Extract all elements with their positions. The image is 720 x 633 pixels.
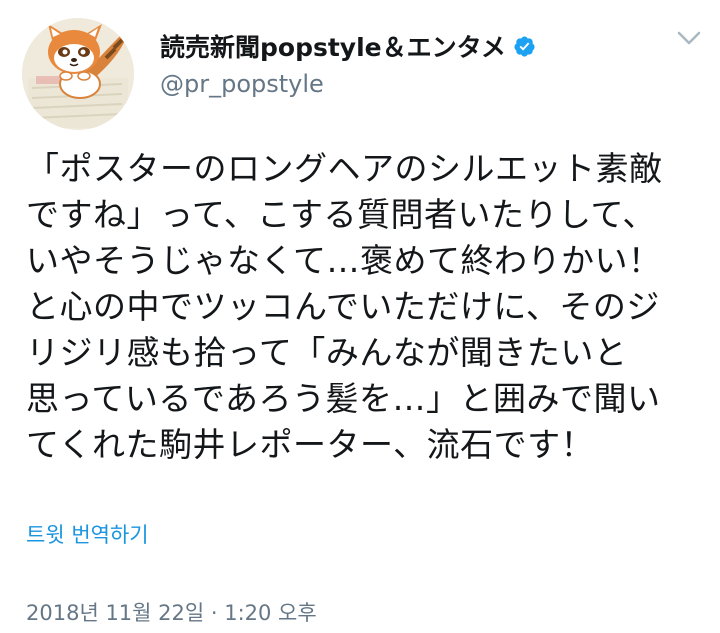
tweet-timestamp[interactable]: 2018년 11월 22일 · 1:20 오후 <box>26 597 317 627</box>
tweet-text-line: リジリ感も拾って「みんなが聞きたいと <box>26 333 628 372</box>
profile-avatar[interactable] <box>22 18 134 130</box>
display-name-row[interactable]: 読売新聞popstyle＆エンタメ <box>160 28 536 64</box>
user-info: 読売新聞popstyle＆エンタメ @pr_popstyle <box>160 28 536 98</box>
verified-badge-icon <box>514 35 535 57</box>
raccoon-mascot-icon <box>22 18 134 130</box>
tweet-card: 読売新聞popstyle＆エンタメ @pr_popstyle 「ポスターのロング… <box>0 0 720 633</box>
user-handle[interactable]: @pr_popstyle <box>160 70 536 98</box>
chevron-down-icon[interactable] <box>676 28 702 48</box>
tweet-text: 「ポスターのロングヘアのシルエット素敵 ですね」って、こする質問者いたりして、 … <box>26 146 706 468</box>
tweet-text-line: ですね」って、こする質問者いたりして、 <box>26 195 656 234</box>
display-name[interactable]: 読売新聞popstyle＆エンタメ <box>160 28 506 64</box>
tweet-text-line: いやそうじゃなくて…褒めて終わりかい！ <box>26 241 662 280</box>
translate-tweet-link[interactable]: 트윗 번역하기 <box>26 519 149 549</box>
tweet-text-line: 思っているであろう髪を…」と囲みで聞い <box>26 379 661 418</box>
tweet-text-line: てくれた駒井レポーター、流石です！ <box>26 425 595 464</box>
tweet-text-line: と心の中でツッコんでいただけに、そのジ <box>26 287 660 326</box>
tweet-text-line: 「ポスターのロングヘアのシルエット素敵 <box>26 149 663 188</box>
